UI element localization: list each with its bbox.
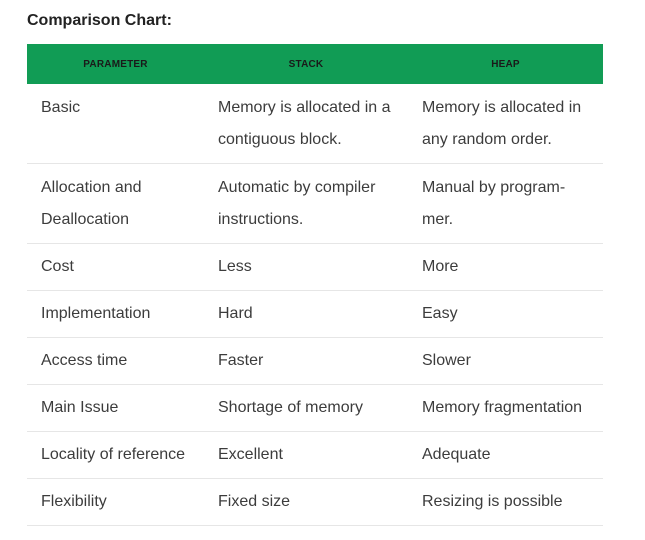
parameter-cell: Main Issue [27,384,204,432]
comparison-table: PARAMETER STACK HEAP Basic Memory is all… [27,44,603,526]
heap-cell: Memory is allocated in any random order. [408,84,603,164]
stack-cell: Automatic by compiler instructions. [204,163,408,244]
heap-cell: Easy [408,290,603,338]
heap-cell: Manual by program-mer. [408,163,603,244]
table-header-row: PARAMETER STACK HEAP [27,44,603,84]
table-row: Locality of reference Excellent Adequate [27,431,603,479]
header-stack: STACK [204,44,408,84]
heap-cell: Slower [408,337,603,385]
stack-cell: Fixed size [204,478,408,526]
heap-cell: More [408,243,603,291]
stack-cell: Faster [204,337,408,385]
stack-cell: Excellent [204,431,408,479]
table-row: Implementation Hard Easy [27,290,603,338]
header-heap: HEAP [408,44,603,84]
parameter-cell: Cost [27,243,204,291]
heap-cell: Memory fragmentation [408,384,603,432]
table-row: Flexibility Fixed size Resizing is possi… [27,478,603,526]
stack-cell: Less [204,243,408,291]
heap-cell: Resizing is possible [408,478,603,526]
stack-cell: Shortage of memory [204,384,408,432]
table-row: Allocation and Deallocation Automatic by… [27,163,603,244]
parameter-cell: Locality of reference [27,431,204,479]
heap-cell: Adequate [408,431,603,479]
table-row: Cost Less More [27,243,603,291]
page-title: Comparison Chart: [27,12,172,29]
stack-cell: Memory is allocated in a contiguous bloc… [204,84,408,164]
table-header: PARAMETER STACK HEAP [27,44,603,84]
table-row: Main Issue Shortage of memory Memory fra… [27,384,603,432]
parameter-cell: Basic [27,84,204,164]
header-parameter: PARAMETER [27,44,204,84]
table-row: Access time Faster Slower [27,337,603,385]
parameter-cell: Implementation [27,290,204,338]
table-row: Basic Memory is allocated in a contiguou… [27,84,603,164]
parameter-cell: Flexibility [27,478,204,526]
parameter-cell: Allocation and Deallocation [27,163,204,244]
table-body: Basic Memory is allocated in a contiguou… [27,84,603,526]
stack-cell: Hard [204,290,408,338]
parameter-cell: Access time [27,337,204,385]
